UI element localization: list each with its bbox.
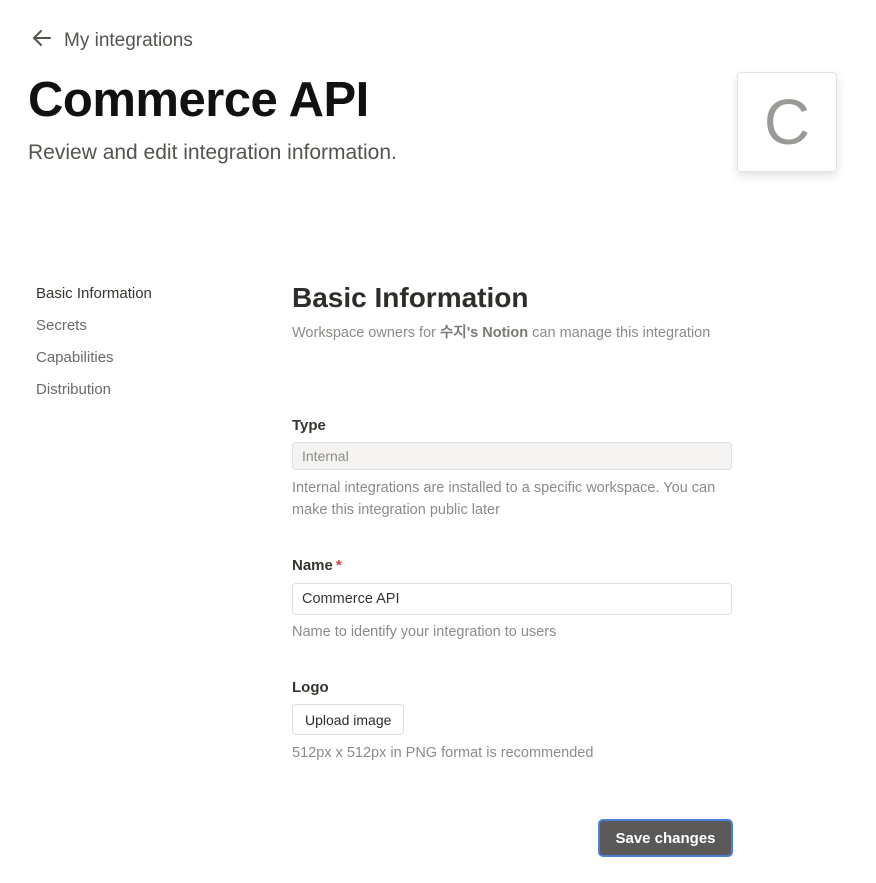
save-changes-button[interactable]: Save changes [598, 819, 733, 857]
logo-hint: 512px x 512px in PNG format is recommend… [292, 745, 594, 761]
type-hint: Internal integrations are installed to a… [292, 480, 716, 518]
workspace-name: 수지's Notion [440, 325, 529, 341]
nav-item-basic-information[interactable]: Basic Information [36, 284, 152, 303]
required-marker: * [335, 557, 342, 574]
back-to-integrations-link[interactable]: My integrations [30, 26, 193, 55]
section-title: Basic Information [292, 282, 529, 313]
nav-item-capabilities[interactable]: Capabilities [36, 348, 152, 367]
nav-item-distribution[interactable]: Distribution [36, 380, 152, 399]
back-link-label: My integrations [64, 29, 193, 51]
integration-logo: C [737, 72, 837, 172]
upload-image-button[interactable]: Upload image [292, 704, 405, 735]
desc-prefix: Workspace owners for [292, 325, 441, 341]
page-subtitle: Review and edit integration information. [28, 141, 397, 164]
section-nav: Basic Information Secrets Capabilities D… [36, 284, 152, 399]
name-label: Name * [292, 557, 342, 574]
type-label: Type [292, 417, 326, 434]
arrow-left-icon [30, 26, 54, 55]
type-field: Internal [292, 442, 732, 470]
desc-suffix: can manage this integration [528, 325, 711, 341]
name-input[interactable] [292, 583, 732, 615]
section-description: Workspace owners for 수지's Notion can man… [292, 322, 732, 345]
name-label-text: Name [292, 557, 333, 574]
logo-label: Logo [292, 679, 329, 696]
page-title: Commerce API [28, 73, 369, 127]
nav-item-secrets[interactable]: Secrets [36, 316, 152, 335]
name-hint: Name to identify your integration to use… [292, 624, 557, 640]
type-value: Internal [302, 448, 349, 464]
basic-information-section: Basic Information Workspace owners for 수… [292, 282, 732, 345]
logo-letter: C [763, 86, 811, 158]
